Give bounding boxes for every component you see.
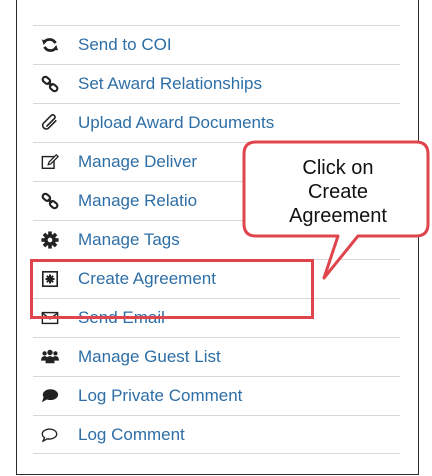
new-document-icon bbox=[39, 269, 61, 289]
menu-item-label: Log Comment bbox=[78, 424, 185, 444]
menu-item-label: Send Email bbox=[78, 308, 165, 327]
menu-item-create-agreement[interactable]: Create Agreement bbox=[33, 259, 400, 298]
activity-menu: Send to COI Set Award Relationships Uplo… bbox=[33, 25, 400, 454]
paperclip-icon bbox=[39, 113, 61, 133]
group-icon bbox=[39, 347, 61, 367]
sync-icon bbox=[39, 35, 61, 55]
gear-icon bbox=[39, 230, 61, 250]
edit-icon bbox=[39, 152, 61, 172]
link-icon bbox=[39, 74, 61, 94]
menu-item-manage-deliverables[interactable]: Manage Deliver bbox=[33, 142, 400, 181]
menu-item-label: Manage Relatio bbox=[78, 191, 198, 210]
menu-item-label: Manage Tags bbox=[78, 230, 180, 249]
actions-panel: Send to COI Set Award Relationships Uplo… bbox=[16, 0, 419, 475]
envelope-icon bbox=[39, 308, 61, 328]
menu-item-label: Send to COI bbox=[78, 35, 172, 54]
menu-item-label: Manage Deliver bbox=[78, 152, 198, 171]
menu-item-label: Upload Award Documents bbox=[78, 113, 275, 132]
menu-item-manage-tags[interactable]: Manage Tags bbox=[33, 220, 400, 259]
menu-item-manage-relationships[interactable]: Manage Relatio bbox=[33, 181, 400, 220]
menu-item-log-private-comment[interactable]: Log Private Comment bbox=[33, 376, 400, 415]
menu-item-label: Set Award Relationships bbox=[78, 74, 262, 93]
comment-filled-icon bbox=[39, 386, 61, 406]
menu-item-label: Create Agreement bbox=[78, 269, 216, 288]
comment-outline-icon bbox=[39, 425, 61, 445]
menu-item-label: Log Private Comment bbox=[78, 386, 243, 405]
link-icon bbox=[39, 191, 61, 211]
menu-item-label: Manage Guest List bbox=[78, 347, 221, 366]
menu-item-log-comment[interactable]: Log Comment bbox=[33, 415, 400, 454]
menu-item-set-award-relationships[interactable]: Set Award Relationships bbox=[33, 64, 400, 103]
menu-item-send-to-coi[interactable]: Send to COI bbox=[33, 25, 400, 64]
menu-item-send-email[interactable]: Send Email bbox=[33, 298, 400, 337]
menu-item-manage-guest-list[interactable]: Manage Guest List bbox=[33, 337, 400, 376]
menu-item-upload-award-documents[interactable]: Upload Award Documents bbox=[33, 103, 400, 142]
